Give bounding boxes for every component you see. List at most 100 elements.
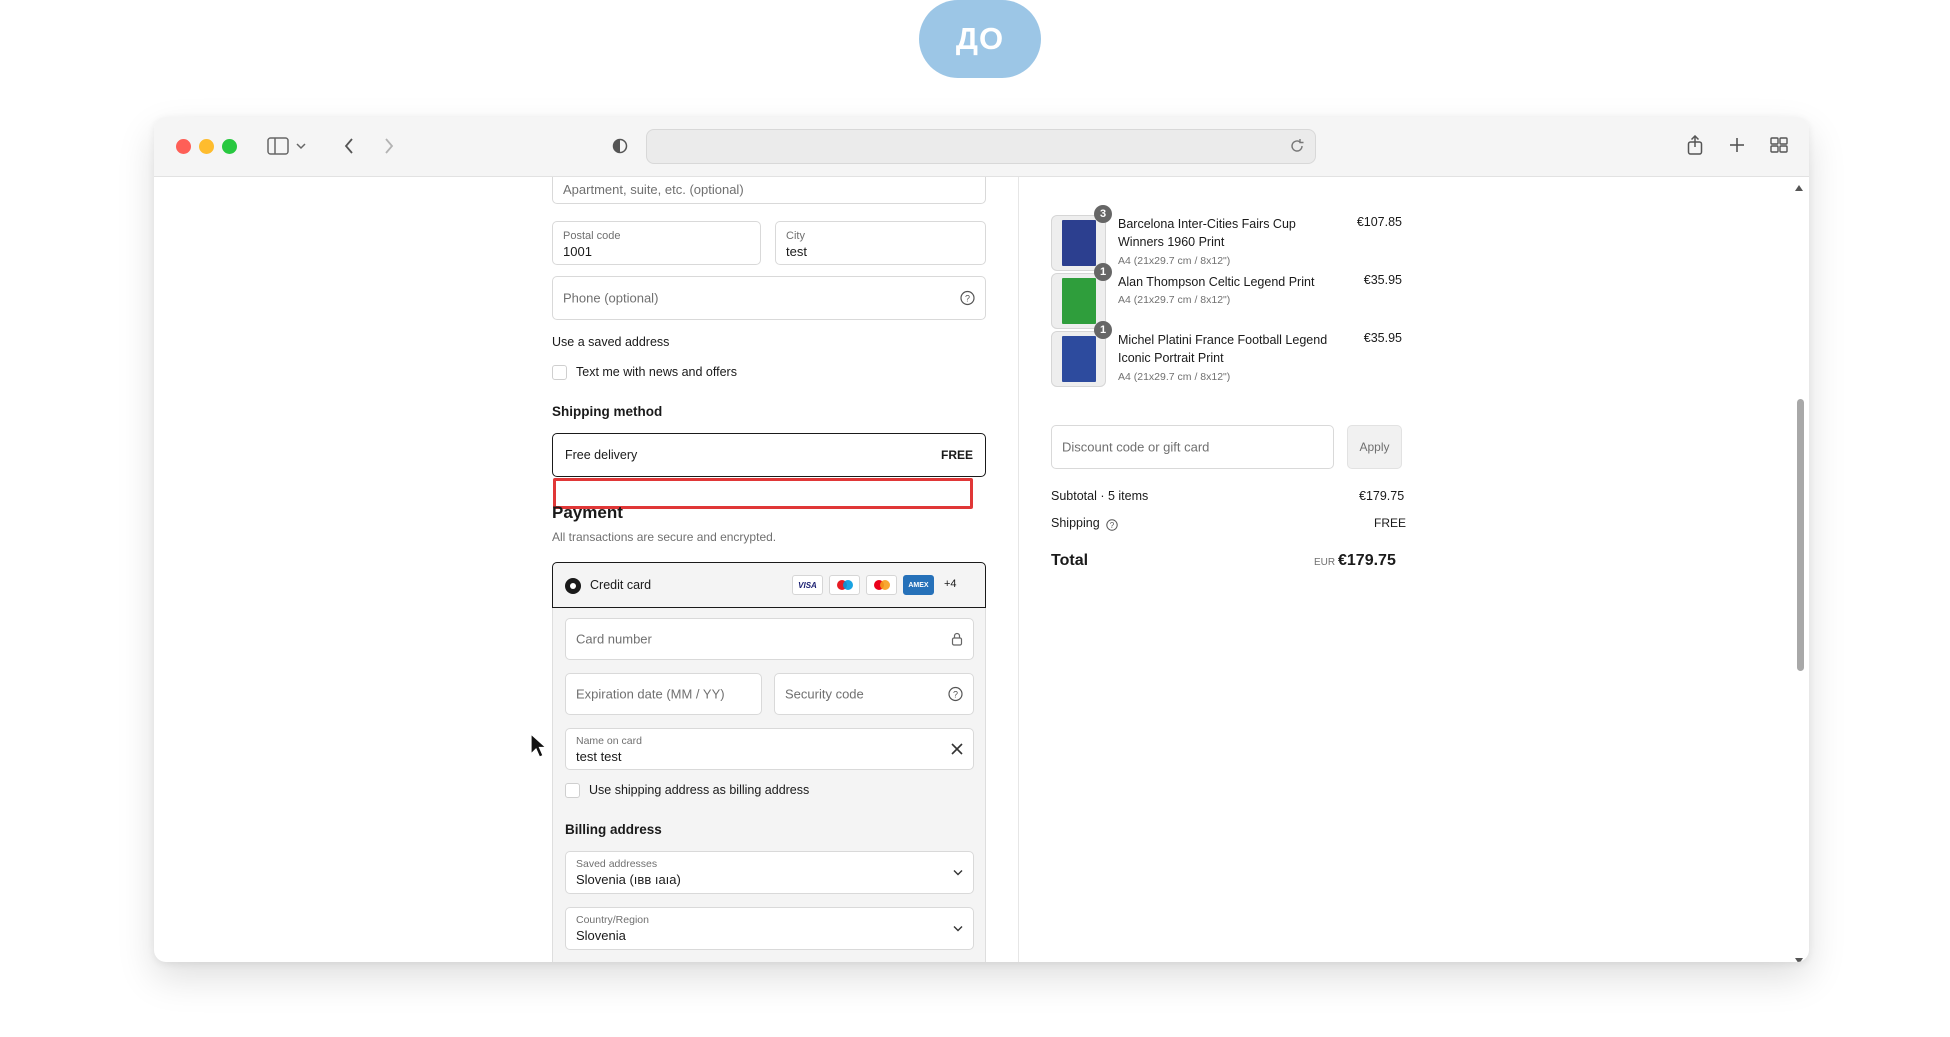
quantity-badge: 3 [1094, 205, 1112, 223]
billing-same-label: Use shipping address as billing address [589, 783, 810, 797]
shipping-label: Shipping [1051, 516, 1100, 530]
product-thumbnail [1051, 331, 1106, 387]
apartment-field[interactable]: Apartment, suite, etc. (optional) [552, 177, 986, 204]
postal-code-label: Postal code [563, 230, 621, 242]
browser-window: Apartment, suite, etc. (optional) Postal… [154, 117, 1809, 962]
name-on-card-label: Name on card [576, 735, 642, 747]
share-icon[interactable] [1684, 133, 1706, 157]
svg-text:?: ? [965, 294, 970, 304]
forward-icon[interactable] [380, 135, 398, 157]
close-window-button[interactable] [176, 139, 191, 154]
expiration-placeholder: Expiration date (MM / YY) [576, 686, 725, 702]
expiration-date-field[interactable]: Expiration date (MM / YY) [565, 673, 762, 715]
new-tab-icon[interactable] [1727, 135, 1747, 155]
card-number-placeholder: Card number [576, 631, 652, 647]
apartment-placeholder: Apartment, suite, etc. (optional) [563, 182, 744, 197]
poster-image [1061, 336, 1096, 382]
svg-text:?: ? [953, 690, 958, 700]
total-currency: EUR [1314, 557, 1336, 568]
saved-addresses-label: Saved addresses [576, 858, 658, 870]
chevron-down-icon [953, 869, 963, 876]
total-label: Total [1051, 552, 1089, 569]
billing-same-checkbox[interactable] [565, 783, 580, 798]
browser-toolbar [154, 117, 1809, 177]
product-thumbnail [1051, 273, 1106, 329]
help-icon[interactable]: ? [948, 686, 963, 702]
shipping-option-free-delivery[interactable]: Free delivery FREE [552, 433, 986, 477]
scroll-up-icon[interactable] [1794, 179, 1804, 197]
payment-subtext: All transactions are secure and encrypte… [552, 530, 777, 544]
name-on-card-field[interactable]: Name on card test test [565, 728, 974, 770]
phone-placeholder: Phone (optional) [563, 290, 659, 306]
phone-field[interactable]: Phone (optional) ? [552, 276, 986, 320]
clear-icon[interactable] [951, 743, 963, 755]
scrollbar-thumb[interactable] [1797, 399, 1804, 671]
poster-image [1061, 220, 1096, 266]
saved-addresses-value: Slovenia (ıвв ıaıa) [576, 872, 681, 887]
reload-icon[interactable] [1289, 138, 1305, 159]
privacy-shield-icon[interactable] [610, 136, 630, 156]
card-number-field[interactable]: Card number [565, 618, 974, 660]
country-region-value: Slovenia [576, 928, 626, 943]
payment-heading: Payment [552, 503, 623, 522]
visa-icon: VISA [792, 575, 823, 595]
use-saved-address-link[interactable]: Use a saved address [552, 335, 669, 349]
top-badge: ДО [919, 0, 1041, 78]
shipping-option-price: FREE [940, 448, 973, 462]
discount-placeholder: Discount code or gift card [1062, 439, 1210, 455]
back-icon[interactable] [340, 135, 358, 157]
poster-image [1061, 278, 1096, 324]
security-code-placeholder: Security code [785, 686, 864, 702]
city-field[interactable]: City test [775, 221, 986, 265]
quantity-badge: 1 [1094, 263, 1112, 281]
payment-option-credit-card[interactable]: Credit card VISA AMEX +4 [552, 562, 986, 608]
subtotal-label: Subtotal · 5 items [1051, 489, 1149, 503]
product-name: Barcelona Inter-Cities Fairs Cup Winners… [1118, 217, 1296, 249]
quantity-badge: 1 [1094, 321, 1112, 339]
product-price: €35.95 [1363, 273, 1402, 287]
product-name: Michel Platini France Football Legend Ic… [1118, 333, 1328, 365]
product-variant: A4 (21x29.7 cm / 8x12") [1118, 371, 1231, 383]
page-viewport: Apartment, suite, etc. (optional) Postal… [154, 177, 1809, 962]
city-value: test [786, 244, 807, 259]
country-region-select[interactable]: Country/Region Slovenia [565, 907, 974, 950]
sidebar-toggle-icon[interactable] [266, 135, 290, 157]
shipping-value: FREE [1374, 516, 1407, 530]
minimize-window-button[interactable] [199, 139, 214, 154]
saved-addresses-select[interactable]: Saved addresses Slovenia (ıвв ıaıa) [565, 851, 974, 894]
tab-overview-icon[interactable] [1768, 135, 1790, 155]
credit-card-radio[interactable] [565, 578, 581, 594]
credit-card-label: Credit card [590, 578, 652, 592]
chevron-down-icon[interactable] [294, 139, 308, 153]
maximize-window-button[interactable] [222, 139, 237, 154]
postal-code-field[interactable]: Postal code 1001 [552, 221, 761, 265]
amex-icon: AMEX [903, 575, 934, 595]
sms-optin-label: Text me with news and offers [576, 365, 737, 379]
help-icon[interactable]: ? [960, 290, 975, 306]
chevron-down-icon [953, 925, 963, 932]
security-code-field[interactable]: Security code ? [774, 673, 974, 715]
column-divider [1018, 177, 1019, 962]
product-price: €35.95 [1363, 331, 1402, 345]
more-cards-count: +4 [944, 578, 957, 590]
name-on-card-value: test test [576, 749, 622, 764]
address-bar[interactable] [646, 129, 1316, 164]
svg-text:?: ? [1110, 521, 1115, 530]
sms-optin-checkbox[interactable] [552, 365, 567, 380]
billing-address-heading: Billing address [565, 822, 662, 837]
postal-code-value: 1001 [563, 244, 592, 259]
city-label: City [786, 230, 805, 242]
apply-discount-button[interactable]: Apply [1347, 425, 1402, 469]
discount-code-input[interactable]: Discount code or gift card [1051, 425, 1334, 469]
product-thumbnail [1051, 215, 1106, 271]
help-icon[interactable]: ? [1106, 518, 1118, 536]
product-price: €107.85 [1356, 215, 1402, 229]
mouse-cursor-icon [530, 732, 548, 764]
product-variant: A4 (21x29.7 cm / 8x12") [1118, 294, 1231, 306]
lock-icon [951, 632, 963, 646]
maestro-icon [829, 575, 860, 595]
product-name: Alan Thompson Celtic Legend Print [1118, 275, 1315, 289]
total-value: €179.75 [1338, 552, 1396, 569]
product-variant: A4 (21x29.7 cm / 8x12") [1118, 255, 1231, 267]
scroll-down-icon[interactable] [1794, 952, 1804, 962]
